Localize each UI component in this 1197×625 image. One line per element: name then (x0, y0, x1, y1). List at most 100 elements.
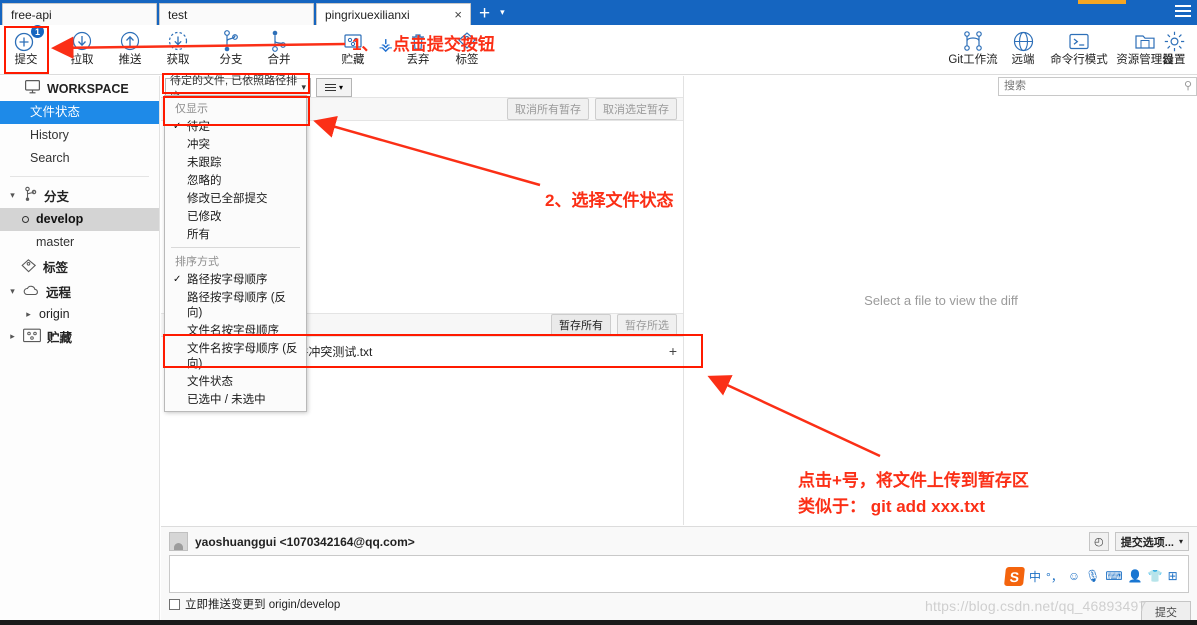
ime-skin-icon[interactable]: 👕 (1148, 569, 1163, 583)
search-input[interactable] (998, 77, 1197, 96)
sidebar-tags-header[interactable]: 标签 (0, 254, 159, 279)
menu-sort-selected[interactable]: 已选中 / 未选中 (165, 391, 306, 409)
ime-chinese-mode-icon[interactable]: 中 (1029, 568, 1041, 585)
menu-icon[interactable] (1175, 5, 1191, 18)
toolbar-settings[interactable]: 设置 (1153, 28, 1195, 67)
toolbar-merge[interactable]: 合并 (256, 28, 302, 67)
menu-item-label: 冲突 (187, 138, 210, 151)
menu-sort-path-asc[interactable]: ✓ 路径按字母顺序 (165, 271, 306, 289)
unstage-selected-button[interactable]: 取消选定暂存 (595, 98, 677, 120)
toolbar-git-flow[interactable]: Git工作流 (943, 28, 1003, 67)
toolbar-terminal[interactable]: 命令行模式 (1046, 28, 1112, 67)
menu-sort-name-desc[interactable]: 文件名按字母顺序 (反向) (165, 340, 306, 373)
toolbar-label: 拉取 (70, 54, 94, 66)
toolbar-remote[interactable]: 远端 (1003, 28, 1043, 67)
watermark: https://blog.csdn.net/qq_46893497 (925, 598, 1147, 614)
sidebar-remotes-header[interactable]: ▾ 远程 (0, 279, 159, 304)
chevron-down-icon[interactable]: ▾ (301, 82, 306, 93)
stage-file-button[interactable]: + (669, 343, 677, 359)
sidebar-item-file-status[interactable]: 文件状态 (0, 101, 159, 124)
commit-author-row: yaoshuanggui <1070342164@qq.com> ◴ 提交选项.… (161, 527, 1197, 555)
unstage-all-button[interactable]: 取消所有暂存 (507, 98, 589, 120)
menu-item-ignored[interactable]: 忽略的 (165, 172, 306, 190)
menu-sort-file-status[interactable]: 文件状态 (165, 373, 306, 391)
menu-sort-name-asc[interactable]: 文件名按字母顺序 (165, 322, 306, 340)
filter-bar: 待定的文件, 已依照路径排序 ▾ ▾ (161, 75, 683, 103)
sidebar-tags-label: 标签 (43, 261, 69, 275)
sidebar-branches-label: 分支 (44, 190, 70, 204)
toolbar-branch[interactable]: 分支 (208, 28, 254, 67)
sidebar-branch-develop[interactable]: develop (0, 208, 159, 231)
search-icon[interactable]: ⚲ (1184, 79, 1192, 92)
sidebar-stashes-label: 贮藏 (47, 331, 73, 345)
sogou-logo-icon[interactable]: S (1004, 566, 1025, 586)
close-icon[interactable]: × (450, 7, 462, 22)
commit-options-button[interactable]: 提交选项... ▾ (1114, 532, 1189, 551)
sourcetree-window: free-api test pingrixuexilianxi × + ▾ 1 … (0, 0, 1197, 625)
menu-item-label: 文件状态 (187, 375, 233, 388)
sidebar-item-search[interactable]: Search (0, 147, 159, 170)
menu-item-pending[interactable]: ✓ 待定 (165, 118, 306, 136)
check-icon: ✓ (173, 121, 182, 132)
chevron-down-icon[interactable]: ▾ (500, 0, 505, 25)
sidebar-workspace-header[interactable]: WORKSPACE (0, 76, 159, 101)
tab-bar: free-api test pingrixuexilianxi × + ▾ (0, 0, 1197, 25)
menu-item-label: 已选中 / 未选中 (187, 393, 266, 406)
toolbar-commit[interactable]: 1 提交 (3, 25, 49, 67)
toolbar-label: Git工作流 (948, 54, 998, 66)
chevron-down-icon[interactable]: ▾ (8, 190, 17, 201)
annotation-step-2: 2、选择文件状态 (545, 191, 674, 210)
sidebar-item-history[interactable]: History (0, 124, 159, 147)
menu-item-label: 文件名按字母顺序 (187, 324, 279, 337)
toolbar-fetch[interactable]: 获取 (155, 28, 201, 67)
tab-pingrixuexilianxi[interactable]: pingrixuexilianxi × (316, 3, 471, 25)
stash-icon (23, 328, 41, 346)
branch-icon (208, 28, 254, 54)
toolbar-label: 分支 (219, 54, 243, 66)
chevron-down-icon[interactable]: ▾ (8, 286, 17, 297)
commit-history-icon[interactable]: ◴ (1088, 532, 1109, 551)
new-tab-icon[interactable]: + (479, 3, 490, 25)
menu-item-all[interactable]: 所有 (165, 226, 306, 244)
toolbar-label: 合并 (267, 54, 291, 66)
view-mode-button[interactable]: ▾ (316, 78, 352, 97)
menu-item-conflicted[interactable]: 冲突 (165, 136, 306, 154)
chevron-right-icon[interactable]: ▸ (8, 331, 17, 342)
menu-item-modified[interactable]: 已修改 (165, 208, 306, 226)
sidebar-branch-master[interactable]: master (0, 231, 159, 254)
ime-punctuation-icon[interactable]: °， (1046, 568, 1063, 585)
stage-all-button[interactable]: 暂存所有 (551, 314, 611, 336)
tab-test[interactable]: test (159, 3, 314, 25)
ime-toolbox-icon[interactable]: ⊞ (1168, 569, 1178, 583)
menu-sort-path-desc[interactable]: 路径按字母顺序 (反向) (165, 289, 306, 322)
branch-icon (23, 186, 38, 205)
cloud-icon (23, 284, 40, 300)
sidebar-stashes-header[interactable]: ▸ 贮藏 (0, 324, 159, 349)
toolbar-pull[interactable]: 拉取 (59, 28, 105, 67)
menu-item-label: 所有 (187, 228, 210, 241)
search-bar: ⚲ (998, 76, 1197, 97)
ime-voice-icon[interactable]: 🎙 (1085, 569, 1100, 583)
menu-item-label: 待定 (187, 120, 210, 133)
toolbar-push[interactable]: 推送 (107, 28, 153, 67)
menu-item-untracked[interactable]: 未跟踪 (165, 154, 306, 172)
chevron-down-icon[interactable]: ▾ (339, 83, 343, 92)
annotation-text: 1、 (352, 35, 379, 54)
sidebar-branches-header[interactable]: ▾ 分支 (0, 183, 159, 208)
diff-pane: Select a file to view the diff (685, 76, 1197, 525)
menu-item-label: 修改已全部提交 (187, 192, 268, 205)
sidebar-remote-origin[interactable]: ▸ origin (0, 304, 159, 324)
ime-keyboard-icon[interactable]: ⌨ (1105, 569, 1122, 583)
ime-user-icon[interactable]: 👤 (1128, 569, 1143, 583)
ime-emoji-icon[interactable]: ☺ (1068, 569, 1080, 583)
tab-free-api[interactable]: free-api (2, 3, 157, 25)
push-immediately-checkbox[interactable] (169, 598, 180, 610)
commit-options-label: 提交选项... (1120, 536, 1174, 549)
taskbar (0, 620, 1197, 625)
chevron-right-icon[interactable]: ▸ (24, 309, 33, 320)
divider (171, 247, 300, 248)
branch-label: develop (36, 212, 84, 226)
menu-item-label: 路径按字母顺序 (反向) (187, 291, 287, 319)
menu-item-all-committed[interactable]: 修改已全部提交 (165, 190, 306, 208)
stage-selected-button[interactable]: 暂存所选 (617, 314, 677, 336)
